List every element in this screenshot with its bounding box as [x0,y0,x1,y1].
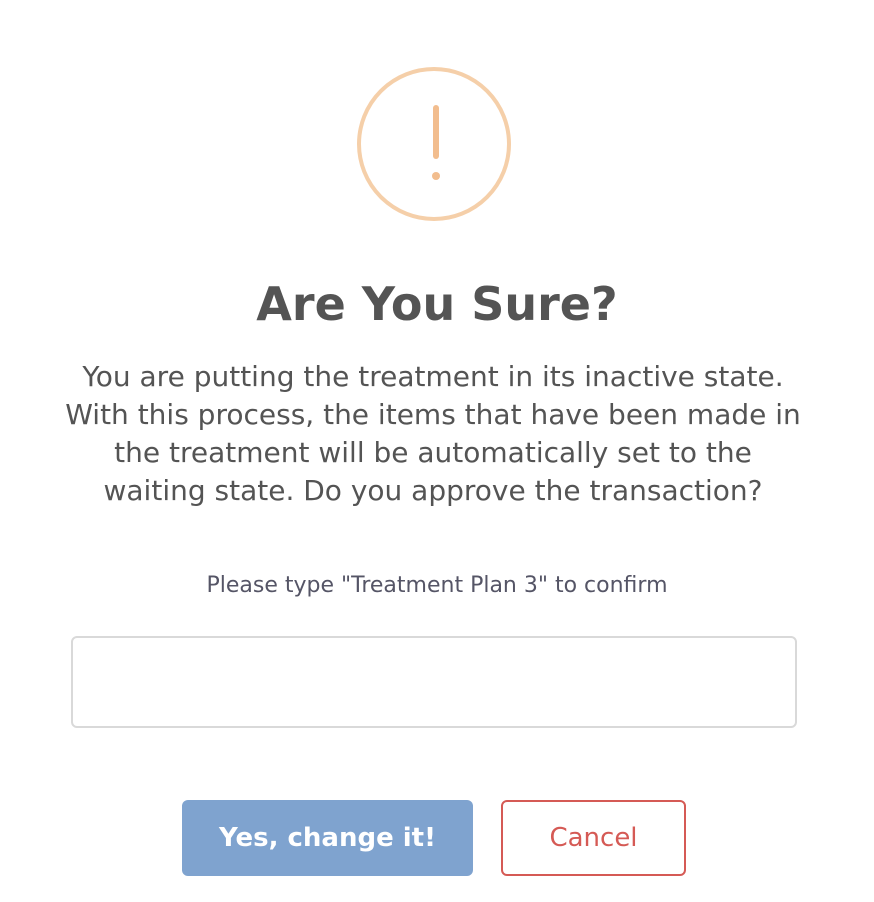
confirm-prompt: Please type "Treatment Plan 3" to confir… [206,573,668,598]
warning-exclamation-icon [357,67,511,221]
confirm-text-input[interactable] [71,636,797,728]
exclamation-dot [432,172,440,180]
cancel-button[interactable]: Cancel [501,800,686,876]
confirmation-dialog: Are You Sure? You are putting the treatm… [0,0,874,902]
confirm-button[interactable]: Yes, change it! [182,800,473,876]
exclamation-bar [433,105,439,159]
dialog-message: You are putting the treatment in its ina… [65,360,801,507]
dialog-title: Are You Sure? [256,277,618,331]
